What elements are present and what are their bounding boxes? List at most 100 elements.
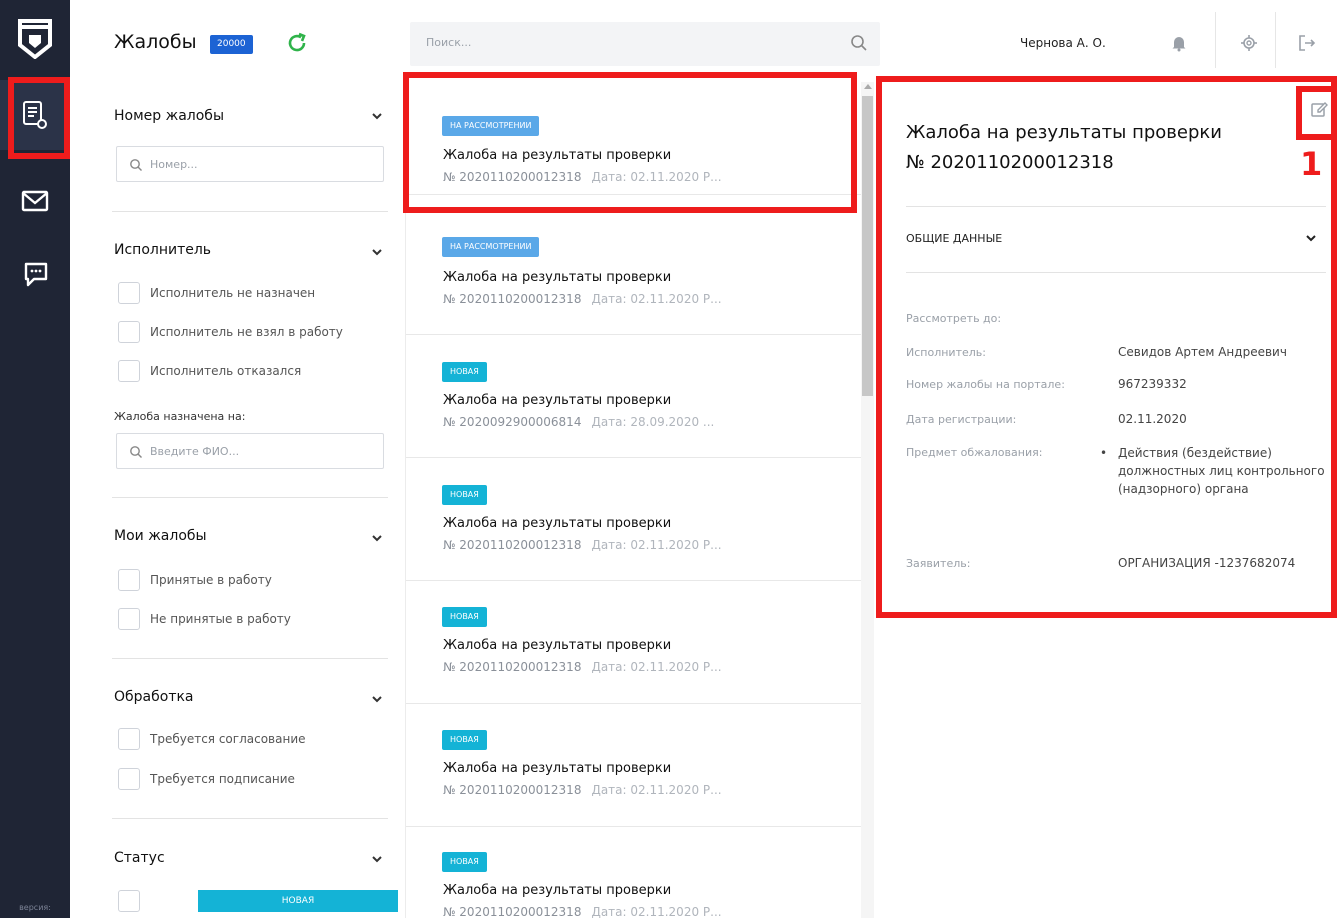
chevron-down-icon[interactable] (370, 691, 384, 710)
list-item[interactable]: НОВАЯ Жалоба на результаты проверки № 20… (406, 704, 861, 827)
search-icon[interactable] (850, 34, 868, 56)
chevron-down-icon[interactable] (370, 851, 384, 870)
refresh-icon (288, 32, 306, 52)
item-date: Дата: 02.11.2020 Р... (591, 905, 722, 918)
subject-text: Действия (бездействие) должностных лиц к… (1118, 446, 1325, 496)
status-badge: НОВАЯ (442, 852, 487, 872)
portal-number-value: 967239332 (1118, 377, 1187, 391)
user-name[interactable]: Чернова А. О. (1020, 36, 1106, 50)
item-title: Жалоба на результаты проверки (443, 270, 672, 285)
checkbox[interactable] (118, 360, 140, 382)
checkbox[interactable] (118, 282, 140, 304)
item-date: Дата: 02.11.2020 Р... (591, 170, 722, 184)
filter-heading-number[interactable]: Номер жалобы (114, 108, 224, 124)
list-item[interactable]: НОВАЯ Жалоба на результаты проверки № 20… (406, 458, 861, 581)
checkbox-label: Исполнитель отказался (150, 364, 302, 378)
applicant-value: ОРГАНИЗАЦИЯ -1237682074 (1118, 556, 1296, 570)
subject-value: • Действия (бездействие) должностных лиц… (1100, 444, 1328, 498)
executor-value: Севидов Артем Андреевич (1118, 345, 1287, 359)
detail-title-line: Жалоба на результаты проверки (906, 122, 1222, 143)
checkbox[interactable] (118, 728, 140, 750)
refresh-button[interactable] (285, 31, 309, 59)
list-scrollbar[interactable] (861, 82, 874, 918)
item-title: Жалоба на результаты проверки (443, 761, 672, 776)
item-title: Жалоба на результаты проверки (443, 516, 672, 531)
nav-messages[interactable] (0, 166, 70, 236)
checkbox[interactable] (118, 768, 140, 790)
complaint-list: НА РАССМОТРЕНИИ Жалоба на результаты про… (405, 72, 874, 918)
complaint-number-input[interactable]: Номер... (116, 146, 384, 182)
scroll-up-icon[interactable] (864, 84, 872, 89)
item-meta: № 2020110200012318 Дата: 02.11.2020 Р... (443, 660, 722, 674)
envelope-icon (21, 190, 49, 212)
checkbox[interactable] (118, 569, 140, 591)
logout-icon[interactable] (1298, 34, 1316, 56)
filter-heading-processing[interactable]: Обработка (114, 689, 194, 705)
status-badge: НА РАССМОТРЕНИИ (442, 116, 540, 136)
checkbox-label: Требуется подписание (150, 772, 295, 786)
portal-number-label: Номер жалобы на портале: (906, 378, 1065, 391)
list-item[interactable]: НА РАССМОТРЕНИИ Жалоба на результаты про… (406, 72, 861, 195)
gear-icon[interactable] (1240, 34, 1258, 56)
detail-number: № 2020110200012318 (906, 152, 1114, 173)
item-title: Жалоба на результаты проверки (443, 638, 672, 653)
item-meta: № 2020110200012318 Дата: 02.11.2020 Р... (443, 538, 722, 552)
item-title: Жалоба на результаты проверки (443, 883, 672, 898)
item-date: Дата: 02.11.2020 Р... (591, 783, 722, 797)
status-badge: НОВАЯ (198, 890, 398, 912)
item-title: Жалоба на результаты проверки (443, 148, 672, 163)
subject-label: Предмет обжалования: (906, 446, 1043, 459)
item-date: Дата: 28.09.2020 ... (591, 415, 715, 429)
detail-title: Жалоба на результаты проверки № 20201102… (906, 118, 1266, 178)
chevron-down-icon[interactable] (370, 108, 384, 127)
status-badge: НОВАЯ (442, 730, 487, 750)
top-divider (1275, 12, 1276, 68)
status-badge: НОВАЯ (442, 362, 487, 382)
nav-complaints[interactable] (0, 80, 70, 150)
item-meta: № 2020110200012318 Дата: 02.11.2020 Р... (443, 292, 722, 306)
divider (112, 211, 388, 212)
version-label: версия: (19, 903, 51, 912)
checkbox-label: Не принятые в работу (150, 612, 291, 626)
review-until-label: Рассмотреть до: (906, 312, 1002, 325)
nav-chat[interactable] (0, 240, 70, 310)
list-item[interactable]: НОВАЯ Жалоба на результаты проверки № 20… (406, 827, 861, 918)
item-title: Жалоба на результаты проверки (443, 393, 672, 408)
page-title: Жалобы (114, 31, 197, 53)
item-meta: № 2020110200012318 Дата: 02.11.2020 Р... (443, 170, 722, 184)
assigned-to-label: Жалоба назначена на: (114, 410, 246, 423)
search-icon (129, 444, 143, 463)
item-number: № 2020110200012318 (443, 660, 582, 674)
scrollbar-thumb[interactable] (862, 96, 873, 396)
shield-logo-icon (18, 19, 52, 59)
filter-heading-executor[interactable]: Исполнитель (114, 242, 211, 258)
bell-icon[interactable] (1170, 34, 1188, 56)
section-general-data[interactable]: ОБЩИЕ ДАННЫЕ (906, 232, 1002, 245)
item-meta: № 2020092900006814 Дата: 28.09.2020 ... (443, 415, 714, 429)
item-number: № 2020110200012318 (443, 538, 582, 552)
list-item[interactable]: НОВАЯ Жалоба на результаты проверки № 20… (406, 581, 861, 704)
item-number: № 2020110200012318 (443, 292, 582, 306)
item-number: № 2020110200012318 (443, 170, 582, 184)
search-field[interactable]: Поиск... (410, 22, 880, 66)
filter-heading-my-complaints[interactable]: Мои жалобы (114, 528, 207, 544)
list-item[interactable]: НОВАЯ Жалоба на результаты проверки № 20… (406, 335, 861, 458)
edit-icon[interactable] (1310, 100, 1328, 122)
chat-bubble-icon (24, 262, 48, 287)
checkbox[interactable] (118, 608, 140, 630)
search-input[interactable]: Поиск... (426, 36, 471, 49)
filter-heading-status[interactable]: Статус (114, 850, 165, 866)
reg-date-value: 02.11.2020 (1118, 412, 1187, 426)
checkbox[interactable] (118, 321, 140, 343)
applicant-label: Заявитель: (906, 557, 971, 570)
item-number: № 2020110200012318 (443, 905, 582, 918)
assignee-input[interactable]: Введите ФИО... (116, 433, 384, 469)
chevron-down-icon[interactable] (1304, 230, 1318, 249)
chevron-down-icon[interactable] (370, 244, 384, 263)
item-number: № 2020092900006814 (443, 415, 582, 429)
app-logo[interactable] (0, 0, 70, 76)
list-item[interactable]: НА РАССМОТРЕНИИ Жалоба на результаты про… (406, 195, 861, 335)
chevron-down-icon[interactable] (370, 530, 384, 549)
checkbox[interactable] (118, 890, 140, 912)
item-date: Дата: 02.11.2020 Р... (591, 292, 722, 306)
